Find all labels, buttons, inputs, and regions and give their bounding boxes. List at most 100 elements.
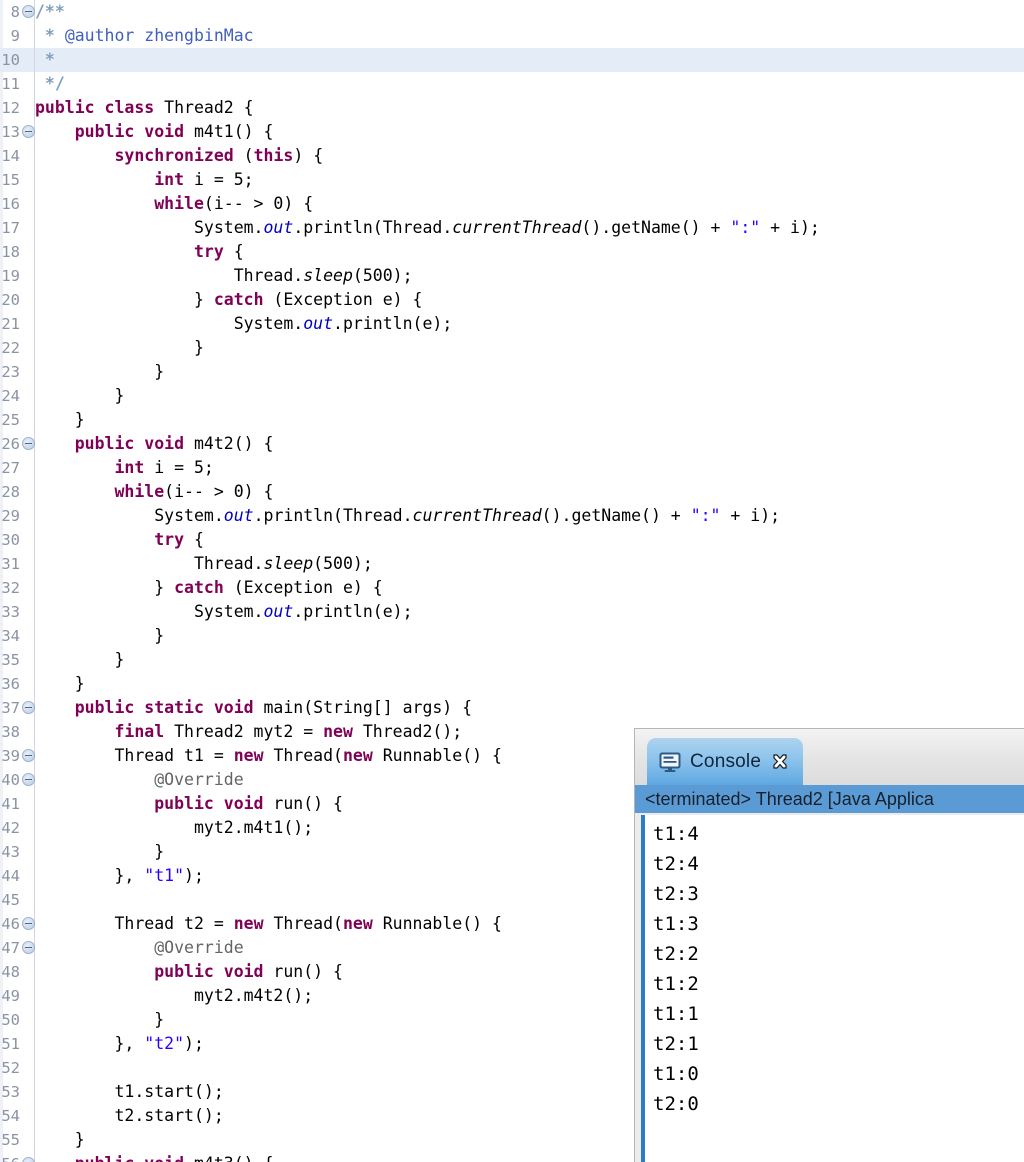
gutter-line[interactable]: 28 — [0, 480, 34, 504]
code-line[interactable]: public static void main(String[] args) { — [35, 696, 1024, 720]
code-token: catch — [213, 290, 264, 309]
gutter-line[interactable]: 42 — [0, 816, 34, 840]
gutter-line[interactable]: 14 — [0, 144, 34, 168]
code-line[interactable]: try { — [35, 528, 1024, 552]
gutter-line[interactable]: 33 — [0, 600, 34, 624]
gutter-line[interactable]: 22 — [0, 336, 34, 360]
code-line[interactable]: } — [35, 384, 1024, 408]
gutter-line[interactable]: 29 — [0, 504, 34, 528]
code-fold-collapse-icon[interactable] — [22, 5, 35, 18]
gutter-line[interactable]: 39 — [0, 744, 35, 768]
code-line[interactable]: } — [35, 624, 1024, 648]
code-line[interactable]: while(i-- > 0) { — [35, 480, 1024, 504]
gutter-line[interactable]: 53 — [0, 1080, 34, 1104]
code-line[interactable]: while(i-- > 0) { — [35, 192, 1024, 216]
gutter-line[interactable]: 44 — [0, 864, 34, 888]
gutter-line[interactable]: 10 — [0, 48, 34, 72]
code-fold-collapse-icon[interactable] — [22, 125, 35, 138]
code-line[interactable]: * — [35, 48, 1024, 72]
gutter-line[interactable]: 37 — [0, 696, 35, 720]
console-launch-header: <terminated> Thread2 [Java Applica — [635, 785, 1024, 813]
code-line[interactable]: System.out.println(e); — [35, 312, 1024, 336]
gutter-line[interactable]: 24 — [0, 384, 34, 408]
gutter-line[interactable]: 43 — [0, 840, 34, 864]
gutter-line[interactable]: 27 — [0, 456, 34, 480]
gutter-line[interactable]: 17 — [0, 216, 34, 240]
code-line[interactable]: System.out.println(Thread.currentThread(… — [35, 216, 1024, 240]
code-fold-collapse-icon[interactable] — [22, 773, 35, 786]
gutter-line[interactable]: 18 — [0, 240, 34, 264]
gutter-line[interactable]: 50 — [0, 1008, 34, 1032]
code-line[interactable]: } catch (Exception e) { — [35, 288, 1024, 312]
gutter-line[interactable]: 35 — [0, 648, 34, 672]
line-number: 50 — [1, 1011, 20, 1029]
gutter-line[interactable]: 54 — [0, 1104, 34, 1128]
code-line[interactable]: } — [35, 648, 1024, 672]
gutter-line[interactable]: 23 — [0, 360, 34, 384]
gutter-line[interactable]: 55 — [0, 1128, 34, 1152]
gutter-line[interactable]: 56 — [0, 1152, 35, 1162]
code-line[interactable]: public void m4t2() { — [35, 432, 1024, 456]
gutter-line[interactable]: 51 — [0, 1032, 34, 1056]
gutter-line[interactable]: 20 — [0, 288, 34, 312]
gutter-line[interactable]: 13 — [0, 120, 35, 144]
line-number: 43 — [1, 843, 20, 861]
code-fold-collapse-icon[interactable] — [22, 749, 35, 762]
code-fold-collapse-icon[interactable] — [22, 437, 35, 450]
code-line[interactable]: synchronized (this) { — [35, 144, 1024, 168]
gutter-line[interactable]: 31 — [0, 552, 34, 576]
editor-line-number-gutter[interactable]: 8 9 10 11 12 13 14 15 16 17 18 19 20 21 22 23 24 25 26 27 28… — [0, 0, 35, 1162]
code-line[interactable]: } — [35, 336, 1024, 360]
gutter-line[interactable]: 41 — [0, 792, 34, 816]
close-icon[interactable] — [771, 753, 789, 771]
gutter-line[interactable]: 11 — [0, 72, 34, 96]
code-fold-collapse-icon[interactable] — [22, 701, 35, 714]
gutter-line[interactable]: 25 — [0, 408, 34, 432]
code-fold-collapse-icon[interactable] — [22, 941, 35, 954]
code-line[interactable]: } — [35, 672, 1024, 696]
code-line[interactable]: int i = 5; — [35, 168, 1024, 192]
gutter-line[interactable]: 34 — [0, 624, 34, 648]
gutter-line[interactable]: 38 — [0, 720, 34, 744]
gutter-line[interactable]: 32 — [0, 576, 34, 600]
code-line[interactable]: Thread.sleep(500); — [35, 264, 1024, 288]
code-line[interactable]: int i = 5; — [35, 456, 1024, 480]
gutter-line[interactable]: 45 — [0, 888, 34, 912]
gutter-line[interactable]: 21 — [0, 312, 34, 336]
code-line[interactable]: * @author zhengbinMac — [35, 24, 1024, 48]
code-fold-collapse-icon[interactable] — [22, 1157, 35, 1162]
code-line[interactable]: System.out.println(e); — [35, 600, 1024, 624]
console-output-area[interactable]: t1:4 t2:4 t2:3 t1:3 t2:2 t1:2 t1:1 t2:1 t1:0 t2:0 — [641, 815, 1024, 1162]
gutter-line[interactable]: 15 — [0, 168, 34, 192]
gutter-line[interactable]: 48 — [0, 960, 34, 984]
tab-console[interactable]: Console — [647, 738, 804, 785]
line-number: 53 — [1, 1083, 20, 1101]
code-line[interactable]: public class Thread2 { — [35, 96, 1024, 120]
code-fold-collapse-icon[interactable] — [22, 917, 35, 930]
code-line[interactable]: public void m4t1() { — [35, 120, 1024, 144]
gutter-line[interactable]: 30 — [0, 528, 34, 552]
gutter-line[interactable]: 8 — [0, 0, 35, 24]
gutter-line[interactable]: 52 — [0, 1056, 34, 1080]
gutter-line[interactable]: 46 — [0, 912, 35, 936]
gutter-line[interactable]: 12 — [0, 96, 34, 120]
code-token: Thread( — [263, 746, 343, 765]
gutter-line[interactable]: 9 — [0, 24, 34, 48]
code-line[interactable]: } catch (Exception e) { — [35, 576, 1024, 600]
code-line[interactable]: } — [35, 408, 1024, 432]
gutter-line[interactable]: 49 — [0, 984, 34, 1008]
gutter-line[interactable]: 47 — [0, 936, 35, 960]
code-line[interactable]: /** — [35, 0, 1024, 24]
code-line[interactable]: Thread.sleep(500); — [35, 552, 1024, 576]
gutter-line[interactable]: 16 — [0, 192, 34, 216]
code-line[interactable]: } — [35, 360, 1024, 384]
code-line[interactable]: */ — [35, 72, 1024, 96]
gutter-line[interactable]: 40 — [0, 768, 35, 792]
gutter-line[interactable]: 26 — [0, 432, 35, 456]
code-token: Thread. — [233, 266, 304, 285]
code-line[interactable]: try { — [35, 240, 1024, 264]
code-line[interactable]: System.out.println(Thread.currentThread(… — [35, 504, 1024, 528]
gutter-line[interactable]: 19 — [0, 264, 34, 288]
gutter-line[interactable]: 36 — [0, 672, 34, 696]
